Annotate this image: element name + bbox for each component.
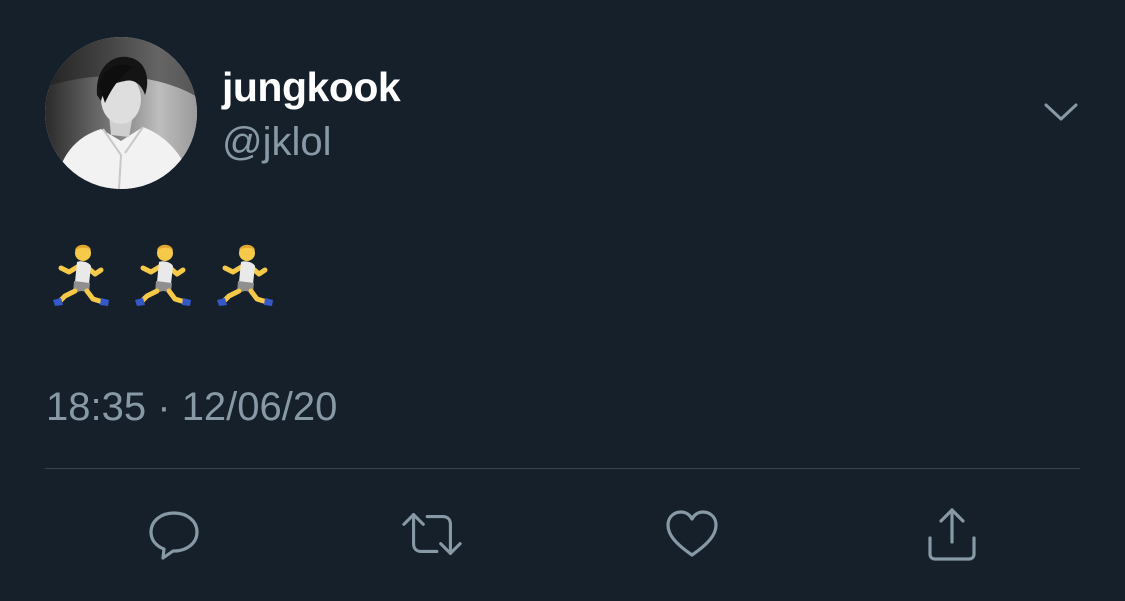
chevron-down-icon (1044, 103, 1078, 121)
display-name[interactable]: jungkook (222, 63, 401, 111)
avatar[interactable] (45, 37, 197, 189)
divider (45, 468, 1080, 469)
man-running-emoji (135, 244, 191, 306)
tweet-time: 18:35 (46, 385, 147, 429)
timestamp-separator: · (157, 385, 171, 429)
speech-bubble-icon (149, 511, 199, 560)
tweet-card: jungkook @jklol 18:35 · 12/06/20 (0, 0, 1125, 601)
like-button[interactable] (660, 502, 724, 566)
man-running-emoji (53, 244, 109, 306)
tweet-text (47, 240, 277, 310)
man-running-emoji (217, 244, 273, 306)
reply-button[interactable] (142, 502, 206, 566)
upload-arrow-icon (928, 508, 976, 561)
share-button[interactable] (920, 502, 984, 566)
avatar-photo (45, 37, 197, 189)
retweet-button[interactable] (400, 502, 464, 566)
user-handle[interactable]: @jklol (222, 119, 332, 165)
retweet-arrows-icon (402, 513, 462, 555)
tweet-timestamp[interactable]: 18:35 · 12/06/20 (46, 384, 337, 430)
more-options-button[interactable] (1037, 93, 1085, 133)
heart-icon (666, 510, 718, 557)
tweet-date: 12/06/20 (181, 385, 338, 429)
